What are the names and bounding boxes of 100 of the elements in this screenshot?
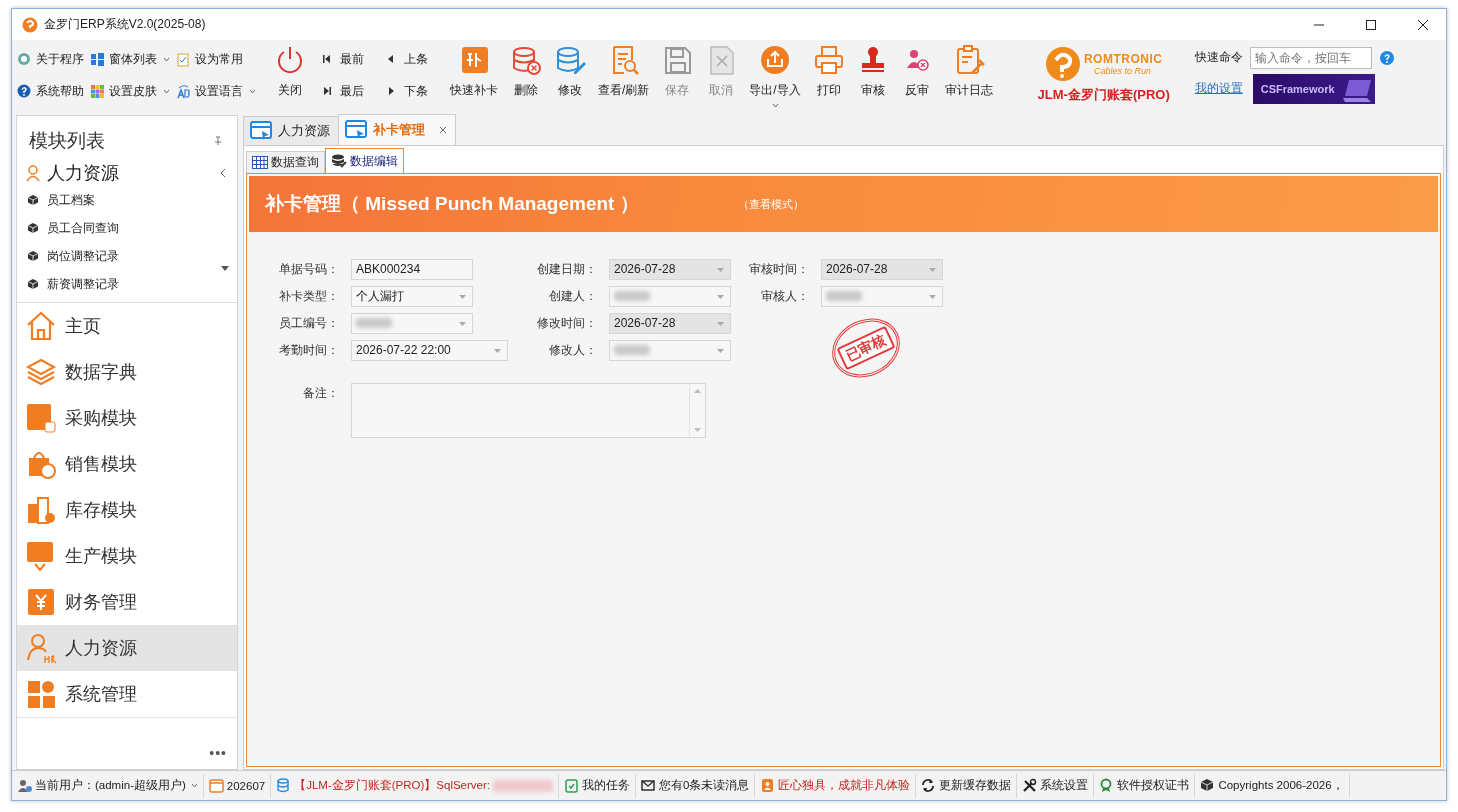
module-item[interactable]: 主页 xyxy=(17,303,237,349)
module-item[interactable]: 数据字典 xyxy=(17,349,237,395)
toolbar-button[interactable]: 删除 xyxy=(504,42,548,108)
toolbar-button[interactable]: 设为常用 xyxy=(176,48,256,70)
field-label: 修改时间： xyxy=(536,314,598,332)
language-icon xyxy=(176,83,191,99)
toolbar-button[interactable]: 快速补卡 xyxy=(444,42,504,108)
caret-icon xyxy=(190,783,198,788)
dropdown-arrow-icon xyxy=(929,294,936,299)
more-button[interactable]: ••• xyxy=(209,745,227,761)
sidebar-title: 模块列表 xyxy=(29,129,105,153)
status-item[interactable]: 当前用户：(admin-超级用户) xyxy=(12,773,204,798)
module-item[interactable]: 员工合同查询 xyxy=(17,214,237,242)
navigation-button[interactable]: 下条 xyxy=(386,81,444,101)
toolbar-button[interactable]: 打印 xyxy=(806,42,851,108)
module-item[interactable]: 人力资源 xyxy=(17,625,237,671)
field-label: 审核人： xyxy=(760,287,810,305)
form-title: 补卡管理（ Missed Punch Management ） xyxy=(265,192,640,216)
toolbar-button[interactable]: 系统帮助 xyxy=(17,80,84,102)
toolbar-button[interactable]: 设置语言 xyxy=(176,80,256,102)
framework-banner: CSFramework xyxy=(1252,73,1375,104)
clipboard-icon xyxy=(176,51,191,67)
person-badge-icon xyxy=(760,778,776,793)
buildings-icon xyxy=(25,494,57,526)
refresh-icon xyxy=(921,778,937,793)
module-item[interactable]: 员工档案 xyxy=(17,186,237,214)
toolbar-button[interactable]: 设置皮肤 xyxy=(90,80,170,102)
toolbar-button[interactable]: 查看/刷新 xyxy=(592,42,656,108)
maximize-icon xyxy=(1366,19,1376,30)
window-cursor-icon xyxy=(250,121,272,141)
toolbar-button[interactable]: 反审 xyxy=(894,42,939,108)
group-header[interactable]: 人力资源 xyxy=(17,156,237,186)
status-item[interactable]: 软件授权证书 xyxy=(1094,773,1196,798)
dropdown-field[interactable]: 2026-07-22 22:00 xyxy=(351,339,508,361)
module-item[interactable]: 生产模块 xyxy=(17,533,237,579)
field-label: 审核时间： xyxy=(748,260,810,278)
dropdown-field[interactable] xyxy=(821,285,943,307)
module-item[interactable]: 财务管理 xyxy=(17,579,237,625)
view-tab[interactable]: 数据编辑 xyxy=(325,148,404,173)
dropdown-arrow-icon xyxy=(494,348,501,353)
window-title: 金罗门ERP系统V2.0(2025-08) xyxy=(44,16,206,33)
help-icon xyxy=(17,83,32,99)
toolbar-button[interactable]: 审计日志 xyxy=(938,42,999,108)
dropdown-arrow-icon xyxy=(717,294,724,299)
status-item[interactable]: 系统设置 xyxy=(1017,773,1095,798)
field-label: 创建日期： xyxy=(536,260,598,278)
clipboard-check-icon xyxy=(564,778,579,793)
module-item[interactable]: 薪资调整记录 xyxy=(17,270,237,298)
close-button[interactable]: 关闭 xyxy=(268,42,312,108)
table-icon xyxy=(252,156,268,169)
status-item[interactable]: Copyrights 2006-2026， xyxy=(1195,773,1350,798)
navigation-button[interactable]: 上条 xyxy=(386,49,444,69)
status-item[interactable]: 更新缓存数据 xyxy=(916,773,1018,798)
cube-icon xyxy=(27,278,39,290)
redacted-value xyxy=(356,318,392,328)
caret-icon xyxy=(772,103,779,108)
toolbar-button[interactable]: 导出/导入 xyxy=(743,42,807,108)
dropdown-field[interactable] xyxy=(609,285,731,307)
module-item[interactable]: 库存模块 xyxy=(17,487,237,533)
dropdown-field[interactable] xyxy=(609,339,731,361)
view-tab[interactable]: 数据查询 xyxy=(246,151,325,173)
windows-icon xyxy=(90,51,105,67)
status-item[interactable]: 202607 xyxy=(203,773,272,798)
document-tab[interactable]: 人力资源 xyxy=(243,116,339,145)
close-icon xyxy=(439,126,447,134)
dropdown-arrow-icon xyxy=(717,321,724,326)
module-item[interactable]: 岗位调整记录 xyxy=(17,242,237,270)
status-item[interactable]: 匠心独具，成就非凡体验 xyxy=(755,773,917,798)
command-input-field[interactable]: 输入命令，按回车 xyxy=(1249,46,1372,69)
remark-field[interactable] xyxy=(351,383,706,438)
status-item[interactable]: 【JLM-金罗门账套(PRO)】SqlServer: xyxy=(271,773,559,798)
calendar-icon xyxy=(208,778,224,793)
cube-icon xyxy=(27,194,39,206)
navigation-button[interactable]: 最前 xyxy=(322,49,386,69)
database-edit-icon xyxy=(554,44,586,76)
module-item[interactable]: 销售模块 xyxy=(17,441,237,487)
account-name: JLM-金罗门账套(PRO) xyxy=(1037,86,1170,104)
dropdown-field[interactable] xyxy=(351,312,473,334)
status-item[interactable]: 您有0条未读消息 xyxy=(636,773,756,798)
status-item[interactable]: 我的任务 xyxy=(559,773,636,798)
brand-mark-icon xyxy=(1044,46,1081,82)
text-field[interactable]: ABK000234 xyxy=(351,258,473,280)
toolbar-button[interactable]: 关于程序 xyxy=(17,48,84,70)
field-label: 考勤时间： xyxy=(278,341,340,359)
dropdown-arrow-icon xyxy=(717,267,724,272)
toolbar-button[interactable]: 修改 xyxy=(548,42,592,108)
layers-icon xyxy=(25,356,57,388)
envelope-icon xyxy=(641,778,656,793)
scroll-down-icon xyxy=(694,428,701,432)
navigation-button[interactable]: 最后 xyxy=(322,81,386,101)
toolbar-button[interactable]: 审核 xyxy=(850,42,895,108)
dropdown-arrow-icon xyxy=(459,321,466,326)
dropdown-field[interactable]: 个人漏打 xyxy=(351,285,473,307)
module-item[interactable]: 系统管理 xyxy=(17,671,237,717)
toolbar-button[interactable]: 窗体列表 xyxy=(90,48,170,70)
module-item[interactable]: 采购模块 xyxy=(17,395,237,441)
database-icon xyxy=(276,778,292,793)
field-label: 员工编号： xyxy=(278,314,340,332)
my-settings-link[interactable]: 我的设置 xyxy=(1194,80,1245,97)
dropdown-arrow-icon xyxy=(717,348,724,353)
